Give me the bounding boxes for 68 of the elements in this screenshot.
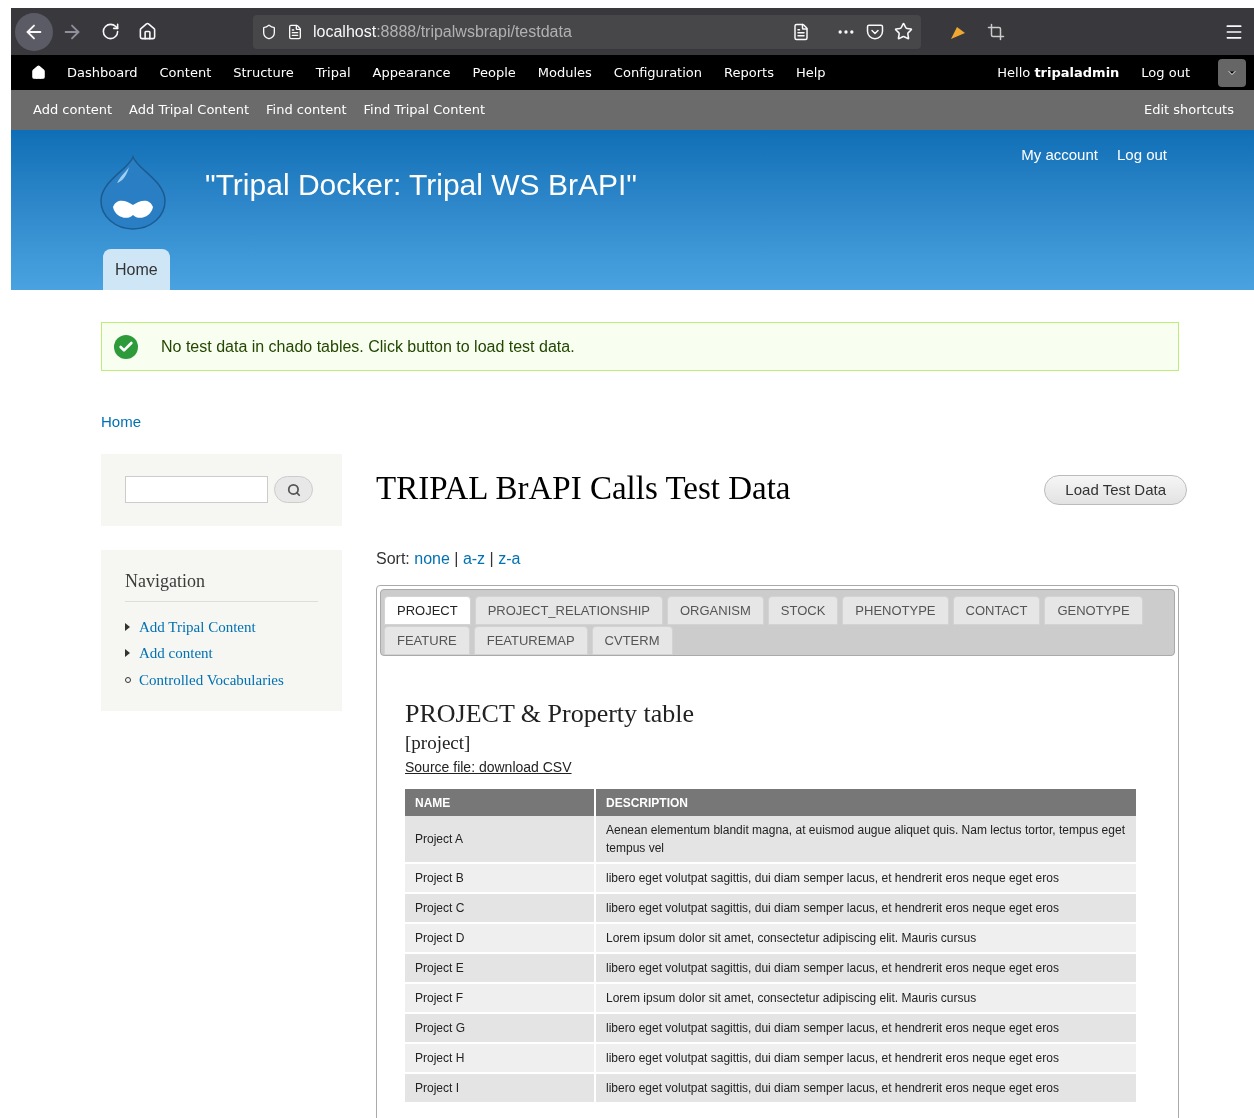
secondary-link[interactable]: Log out [1116,144,1167,167]
shortcut-link[interactable]: Add Tripal Content [129,100,250,120]
search-field[interactable] [125,476,268,503]
admin-menu-link[interactable]: Modules [537,62,592,83]
admin-menu-link[interactable]: People [472,62,516,83]
admin-menu-link[interactable]: Help [795,62,826,83]
table-cell: libero eget volutpat sagittis, dui diam semper lacus, et hendrerit eros neque eget eros [595,1073,1137,1103]
admin-menu-link[interactable]: Dashboard [67,62,138,83]
shortcut-link[interactable]: Find content [266,100,347,120]
sort-label: Sort: [376,549,411,569]
sort-link[interactable]: z-a [498,547,521,571]
panel-title: PROJECT & Property table [405,699,696,729]
column-header: NAME [405,789,595,816]
home-icon[interactable] [138,22,157,41]
sort-link[interactable]: none [414,547,450,571]
drupal-logo-icon [99,154,167,231]
page-title: TRIPAL BrAPI Calls Test Data [376,468,791,508]
load-test-data-button[interactable]: Load Test Data [1044,475,1187,506]
table-tab[interactable]: GENOTYPE [1044,596,1143,625]
reload-icon[interactable] [101,22,120,41]
back-button[interactable] [15,12,53,51]
shortcut-link[interactable]: Add content [33,100,113,120]
table-tab[interactable]: FEATUREMAP [473,626,588,655]
navigation-link[interactable]: Add content [139,642,213,665]
navigation-link[interactable]: Add Tripal Content [139,615,256,638]
header-tab[interactable]: Home [103,249,170,290]
admin-menu-link[interactable]: Structure [233,62,294,83]
pocket-icon[interactable] [866,22,884,41]
admin-menu-link[interactable]: Appearance [372,62,451,83]
table-tab[interactable]: FEATURE [384,626,470,655]
shortcuts-toggle-button[interactable] [1218,58,1246,87]
table-tab[interactable]: PROJECT [384,596,471,625]
reader-view-icon[interactable] [792,22,810,41]
table-tab[interactable]: PROJECT_RELATIONSHIP [474,596,663,625]
message-text: No test data in chado tables. Click button to load test data. [161,336,575,357]
page-icon [287,23,303,40]
table-tab[interactable]: ORGANISM [666,596,764,625]
table-tab[interactable]: PHENOTYPE [842,596,949,625]
admin-menu-link[interactable]: Tripal [315,62,351,83]
logout-link[interactable]: Log out [1141,62,1190,83]
table-tab[interactable]: CVTERM [591,626,673,655]
greeting-text: Hello tripaladmin [997,63,1120,82]
crop-icon[interactable] [987,22,1005,41]
table-cell: Project I [405,1073,595,1103]
search-button[interactable] [274,476,313,503]
admin-menu-link[interactable]: Reports [724,62,774,83]
url-text: localhost:8888/tripalwsbrapi/testdata [313,21,572,42]
navigation-title: Navigation [125,567,318,602]
admin-menu-link[interactable]: Content [159,62,212,83]
site-name: "Tripal Docker: Tripal WS BrAPI" [205,167,637,203]
admin-menu-link[interactable]: Configuration [613,62,703,83]
sort-link[interactable]: a-z [462,547,486,571]
shield-icon [261,23,277,40]
star-icon[interactable] [894,22,913,41]
edit-shortcuts-link[interactable]: Edit shortcuts [1144,100,1234,120]
download-csv-link[interactable]: Source file: download CSV [405,759,572,775]
sort-separator: | [453,549,460,569]
url-bar[interactable]: localhost:8888/tripalwsbrapi/testdata [253,14,921,49]
column-header: DESCRIPTION [595,789,1137,816]
table-tab[interactable]: STOCK [767,596,839,625]
shortcut-link[interactable]: Find Tripal Content [363,100,485,120]
secondary-link[interactable]: My account [1021,144,1098,167]
sort-separator: | [488,549,495,569]
table-subtitle: [project] [405,731,472,755]
navigation-link[interactable]: Controlled Vocabularies [139,668,284,691]
search-icon [286,482,301,497]
table-tab[interactable]: CONTACT [952,596,1041,625]
breadcrumb-link[interactable]: Home [101,411,1179,434]
